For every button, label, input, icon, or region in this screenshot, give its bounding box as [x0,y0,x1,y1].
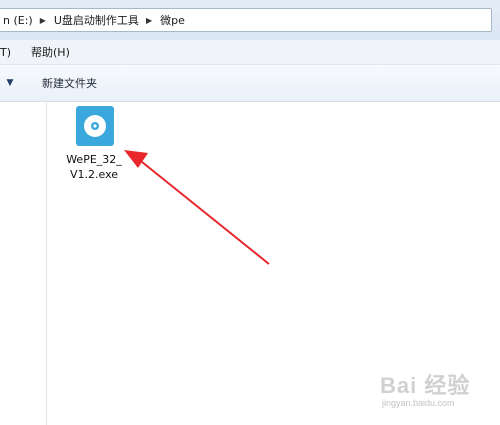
annotation-arrow [124,150,270,265]
watermark-logo: Bai 经验 [380,373,471,398]
watermark-url: jingyan.baidu.com [382,398,455,408]
baidu-watermark: Bai 经验 jingyan.baidu.com [380,368,490,418]
